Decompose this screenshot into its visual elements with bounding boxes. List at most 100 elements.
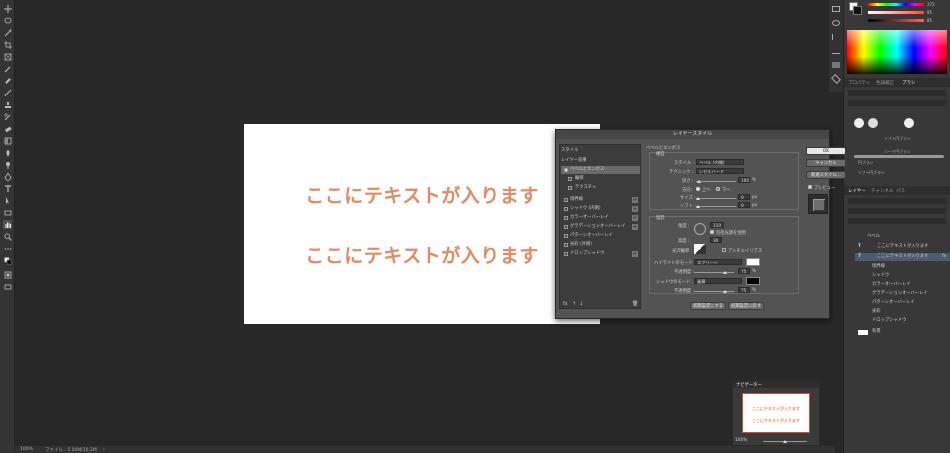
- layer-effect-row[interactable]: 境界線: [855, 263, 950, 271]
- shadow-opacity-thumb[interactable]: [723, 290, 727, 293]
- depth-slider-thumb[interactable]: [697, 180, 701, 183]
- checkbox[interactable]: [564, 168, 568, 172]
- gradient-tool-icon[interactable]: [3, 136, 12, 145]
- ok-button[interactable]: OK: [806, 147, 846, 155]
- checkbox[interactable]: [564, 234, 568, 238]
- add-effect-button[interactable]: +: [632, 215, 638, 221]
- antialias-checkbox[interactable]: [722, 248, 726, 252]
- size-slider[interactable]: [696, 198, 736, 199]
- checkbox[interactable]: [568, 186, 572, 190]
- layer-effect-row[interactable]: カラーオーバーレイ: [855, 281, 950, 289]
- shadow-opacity-input[interactable]: 75: [738, 287, 750, 293]
- tab-adjustments[interactable]: 色調補正: [876, 80, 894, 86]
- direction-up-radio[interactable]: [696, 187, 700, 191]
- color-value-3[interactable]: 85: [927, 18, 932, 23]
- info-icon[interactable]: [832, 20, 840, 26]
- depth-input[interactable]: 100: [738, 177, 750, 183]
- lock-options[interactable]: [848, 218, 946, 224]
- highlight-mode-select[interactable]: スクリーン: [694, 259, 742, 265]
- cancel-button[interactable]: キャンセル: [806, 159, 846, 167]
- glyphs-icon[interactable]: [832, 62, 840, 68]
- checkbox[interactable]: [564, 198, 568, 202]
- brightness-slider[interactable]: [868, 19, 924, 22]
- size-input[interactable]: 0: [738, 194, 750, 200]
- document-canvas[interactable]: ここにテキストが入ります ここにテキストが入ります: [244, 124, 600, 324]
- move-down-icon[interactable]: ↓: [579, 301, 583, 307]
- checkbox[interactable]: [564, 216, 568, 220]
- fx-icon[interactable]: fx: [942, 253, 946, 261]
- checkbox[interactable]: [564, 225, 568, 229]
- layer-row-bevel[interactable]: ベベル: [855, 233, 950, 241]
- canvas-text-line-1[interactable]: ここにテキストが入ります: [244, 181, 600, 208]
- depth-slider[interactable]: [696, 181, 736, 182]
- checkbox[interactable]: [564, 252, 568, 256]
- color-swatches-icon[interactable]: [3, 256, 12, 265]
- blur-tool-icon[interactable]: [3, 148, 12, 157]
- color-value-2[interactable]: 85: [927, 10, 932, 15]
- gloss-contour-picker[interactable]: [694, 244, 706, 254]
- character-icon[interactable]: [832, 34, 840, 40]
- history-icon[interactable]: [832, 6, 840, 12]
- style-item-pattern-overlay[interactable]: パターンオーバーレイ: [561, 232, 640, 240]
- brush-preset-2[interactable]: [868, 118, 878, 128]
- tab-properties[interactable]: プロパティ: [848, 80, 870, 86]
- add-effect-button[interactable]: +: [632, 251, 638, 257]
- layer-effect-row[interactable]: ドロップシャドウ: [855, 317, 950, 325]
- angle-input[interactable]: 110: [710, 222, 724, 228]
- soften-input[interactable]: 0: [738, 202, 750, 208]
- history-brush-icon[interactable]: [3, 112, 12, 121]
- style-item-contour[interactable]: 輪郭: [561, 175, 640, 183]
- preview-checkbox[interactable]: [808, 185, 812, 189]
- layer-row-background[interactable]: 背景: [855, 328, 950, 336]
- brush-name-4[interactable]: ソフト円ブラシ: [858, 170, 885, 176]
- highlight-color-swatch[interactable]: [746, 258, 760, 266]
- add-effect-button[interactable]: +: [632, 206, 638, 212]
- direction-down-radio[interactable]: [716, 187, 720, 191]
- brush-name-3[interactable]: 円ブラシ: [858, 160, 873, 166]
- blending-options[interactable]: レイヤー効果: [561, 157, 640, 165]
- layer-effect-row[interactable]: パターンオーバーレイ: [855, 299, 950, 307]
- navigator-zoom-thumb[interactable]: [783, 440, 787, 443]
- saturation-slider[interactable]: [868, 11, 924, 14]
- style-item-stroke[interactable]: 境界線 +: [561, 196, 640, 204]
- zoom-tool-icon[interactable]: [3, 232, 12, 241]
- trash-icon[interactable]: 🗑: [632, 301, 638, 307]
- hand-tool-icon[interactable]: [3, 220, 12, 229]
- type-tool-icon[interactable]: [3, 184, 12, 193]
- color-value-1[interactable]: 272: [927, 2, 935, 7]
- bevel-style-select[interactable]: ベベル (内側): [696, 159, 744, 165]
- canvas-text-line-2[interactable]: ここにテキストが入ります: [244, 241, 600, 268]
- hue-slider[interactable]: [868, 3, 924, 6]
- layer-filter[interactable]: [848, 198, 946, 204]
- quick-mask-icon[interactable]: [3, 270, 12, 279]
- paragraph-icon[interactable]: [832, 48, 840, 54]
- checkbox[interactable]: [568, 177, 572, 181]
- brush-tool-icon[interactable]: [3, 88, 12, 97]
- navigator-title[interactable]: ナビゲーター: [736, 382, 762, 388]
- new-style-button[interactable]: 新規スタイル...: [806, 171, 846, 179]
- fx-menu-icon[interactable]: fx: [563, 301, 568, 307]
- add-effect-button[interactable]: +: [632, 197, 638, 203]
- reset-default-button[interactable]: 初期設定に戻す: [728, 302, 764, 310]
- make-default-button[interactable]: 初期設定にする: [690, 302, 726, 310]
- layer-effect-row[interactable]: シャドウ: [855, 272, 950, 280]
- highlight-opacity-thumb[interactable]: [723, 271, 727, 274]
- eyedropper-tool-icon[interactable]: [3, 64, 12, 73]
- background-swatch[interactable]: [853, 6, 862, 15]
- layer-row-text-1[interactable]: T ここにテキストが入ります: [855, 243, 950, 251]
- dialog-title[interactable]: レイヤースタイル: [556, 130, 829, 139]
- tab-brushes[interactable]: ブラシ: [902, 80, 915, 86]
- magic-wand-tool-icon[interactable]: [3, 28, 12, 37]
- brush-search-input[interactable]: [848, 100, 946, 106]
- move-up-icon[interactable]: ↑: [572, 301, 576, 307]
- path-selection-icon[interactable]: [3, 196, 12, 205]
- style-item-gradient-overlay[interactable]: グラデーションオーバーレイ +: [561, 223, 640, 231]
- brush-preset-1[interactable]: [854, 118, 864, 128]
- tab-channels[interactable]: チャンネル: [871, 188, 893, 194]
- healing-brush-icon[interactable]: [3, 76, 12, 85]
- eraser-tool-icon[interactable]: [3, 124, 12, 133]
- more-tools-icon[interactable]: [3, 244, 12, 253]
- move-tool-icon[interactable]: [3, 4, 12, 13]
- styles-header[interactable]: スタイル: [561, 147, 640, 155]
- shadow-opacity-slider[interactable]: [694, 291, 734, 292]
